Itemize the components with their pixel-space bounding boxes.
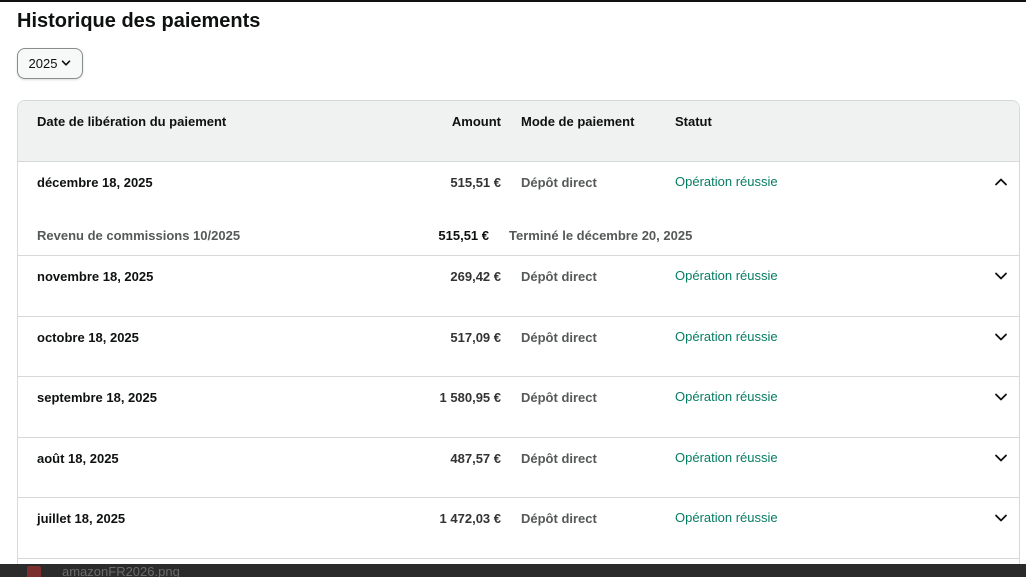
- row-date: septembre 18, 2025: [37, 390, 157, 405]
- row-status: Opération réussie: [675, 328, 778, 344]
- table-row[interactable]: septembre 18, 2025 1 580,95 € Dépôt dire…: [18, 377, 1019, 438]
- header-amount: Amount: [451, 114, 501, 129]
- page-title: Historique des paiements: [17, 10, 261, 32]
- header-mode: Mode de paiement: [521, 114, 635, 129]
- table-row[interactable]: octobre 18, 2025 517,09 € Dépôt direct O…: [18, 317, 1019, 377]
- row-mode: Dépôt direct: [521, 390, 597, 405]
- row-status: Opération réussie: [675, 389, 778, 404]
- row-mode: Dépôt direct: [521, 450, 597, 466]
- detail-amount: 515,51 €: [438, 228, 489, 243]
- table-header: Date de libération du paiement Amount Mo…: [18, 101, 1019, 162]
- chevron-down-icon[interactable]: [993, 268, 1009, 284]
- header-status: Statut: [675, 114, 712, 129]
- chevron-down-icon[interactable]: [993, 450, 1009, 466]
- row-status: Opération réussie: [675, 510, 778, 525]
- row-amount: 1 472,03 €: [439, 511, 501, 526]
- header-date: Date de libération du paiement: [37, 114, 227, 129]
- row-amount: 1 580,95 €: [439, 390, 501, 405]
- table-row[interactable]: août 18, 2025 487,57 € Dépôt direct Opér…: [18, 438, 1019, 498]
- row-amount: 517,09 €: [450, 329, 501, 345]
- row-date: octobre 18, 2025: [37, 329, 139, 345]
- file-icon: [27, 566, 41, 577]
- year-select[interactable]: 2025: [17, 48, 83, 79]
- row-amount: 487,57 €: [450, 450, 501, 466]
- row-mode: Dépôt direct: [521, 511, 597, 526]
- table-row[interactable]: décembre 18, 2025 515,51 € Dépôt direct …: [18, 162, 1019, 256]
- detail-completed: Terminé le décembre 20, 2025: [509, 228, 693, 243]
- row-date: juillet 18, 2025: [37, 511, 126, 526]
- chevron-down-icon[interactable]: [993, 329, 1009, 345]
- row-amount: 515,51 €: [450, 175, 501, 190]
- row-status: Opération réussie: [675, 174, 778, 189]
- row-status: Opération réussie: [675, 449, 778, 465]
- row-date: décembre 18, 2025: [37, 175, 153, 190]
- row-amount: 269,42 €: [450, 269, 501, 284]
- chevron-down-icon[interactable]: [993, 389, 1009, 405]
- row-mode: Dépôt direct: [521, 175, 597, 190]
- row-date: novembre 18, 2025: [37, 269, 154, 284]
- row-date: août 18, 2025: [37, 450, 119, 466]
- download-file-name[interactable]: amazonFR2026.png: [62, 564, 180, 577]
- table-row[interactable]: novembre 18, 2025 269,42 € Dépôt direct …: [18, 256, 1019, 317]
- detail-label: Revenu de commissions 10/2025: [37, 228, 241, 243]
- chevron-down-icon[interactable]: [993, 510, 1009, 526]
- chevron-down-icon: [61, 56, 71, 71]
- row-status: Opération réussie: [675, 268, 778, 283]
- table-row[interactable]: juillet 18, 2025 1 472,03 € Dépôt direct…: [18, 498, 1019, 559]
- row-mode: Dépôt direct: [521, 329, 597, 345]
- row-mode: Dépôt direct: [521, 269, 597, 284]
- chevron-up-icon[interactable]: [993, 174, 1009, 190]
- payments-table: Date de libération du paiement Amount Mo…: [17, 100, 1020, 570]
- download-bar: amazonFR2026.png: [0, 564, 1026, 577]
- year-select-value: 2025: [28, 56, 58, 71]
